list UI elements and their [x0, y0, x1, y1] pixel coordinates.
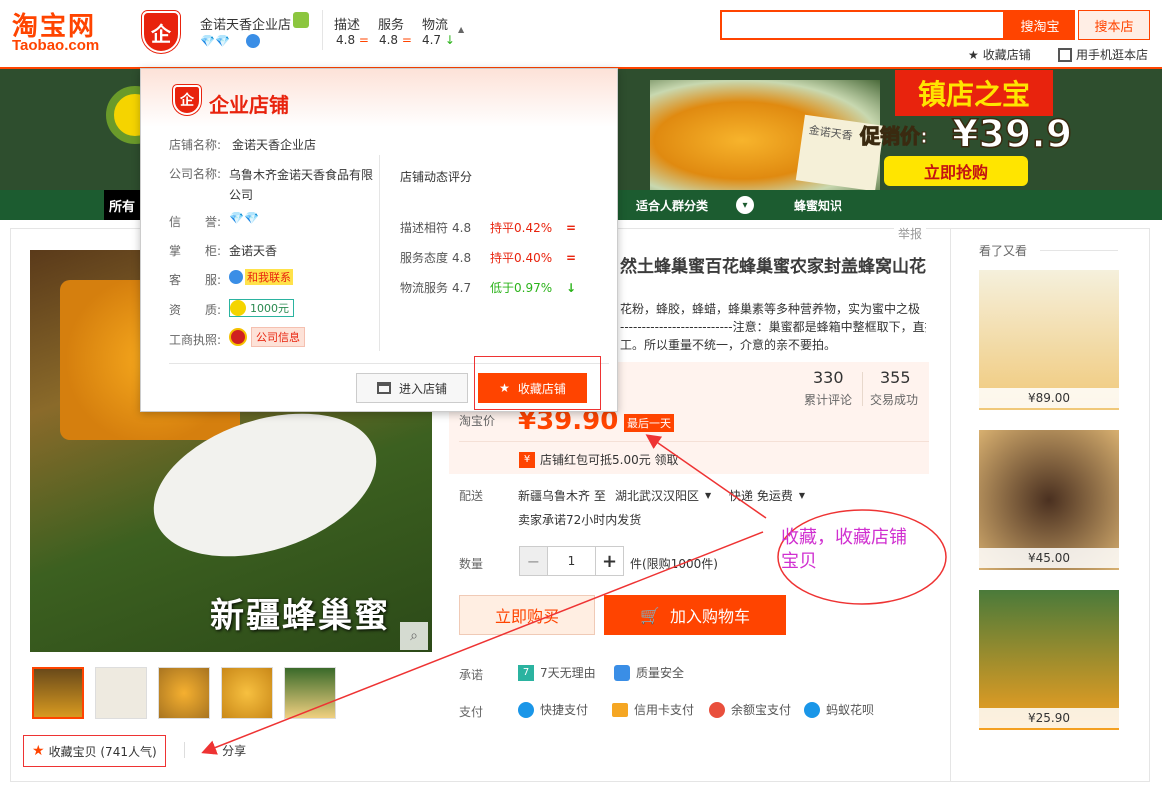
annotation-text: 收藏，收藏店铺 宝贝: [781, 527, 907, 572]
annotation-arrows: [201, 434, 947, 755]
arrow-to-price: [645, 434, 767, 519]
arrow-to-fav-item: [201, 531, 764, 755]
